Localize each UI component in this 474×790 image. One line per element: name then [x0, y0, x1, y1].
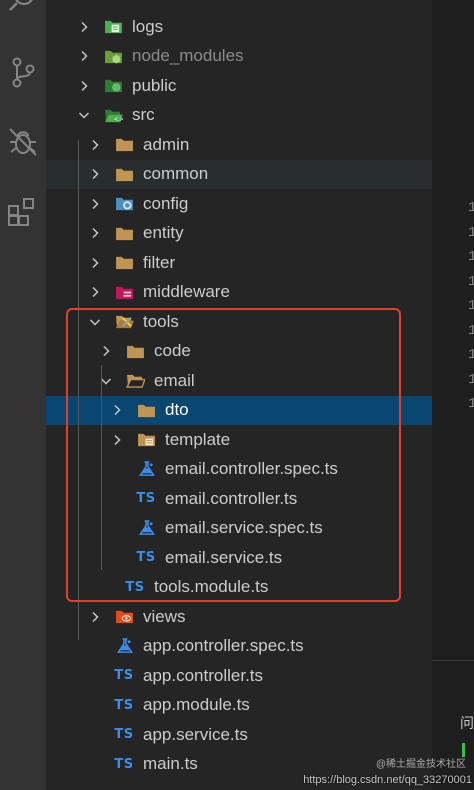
- folder-item[interactable]: <> src: [46, 101, 432, 130]
- file-item[interactable]: app.controller.spec.ts: [46, 632, 432, 661]
- tree-item-label: app.controller.ts: [143, 665, 264, 685]
- tree-item-label: common: [143, 164, 209, 183]
- watermark-url: https://blog.csdn.net/qq_33270001: [303, 774, 472, 786]
- line-number: 1: [468, 224, 474, 241]
- folder-src-open-icon: <>: [103, 106, 123, 124]
- folder-item[interactable]: views: [46, 602, 432, 631]
- folder-item[interactable]: middleware: [46, 278, 432, 307]
- line-number: 1: [468, 249, 474, 265]
- line-number: 1: [468, 396, 474, 412]
- tree-item-label: entity: [143, 223, 184, 242]
- chevron-right-icon[interactable]: [77, 49, 91, 63]
- folder-node-icon: [103, 47, 123, 65]
- file-item[interactable]: TS app.controller.ts: [46, 661, 432, 690]
- folder-item[interactable]: public: [46, 71, 432, 100]
- tree-item-label: app.service.ts: [143, 724, 248, 744]
- tree-item-label: node_modules: [132, 46, 244, 65]
- folder-icon: [114, 224, 134, 242]
- folder-item[interactable]: logs: [46, 12, 432, 41]
- chevron-right-icon[interactable]: [77, 20, 91, 34]
- line-number: 1: [468, 273, 474, 290]
- line-number: 1: [468, 298, 474, 314]
- typescript-icon: TS: [114, 726, 134, 744]
- test-flask-icon: [114, 637, 134, 655]
- folder-middleware-icon: [114, 283, 134, 301]
- folder-item[interactable]: config: [46, 189, 432, 218]
- line-number: 1: [468, 371, 474, 388]
- tree-item-label: middleware: [143, 282, 230, 301]
- folder-public-icon: [103, 77, 123, 95]
- chevron-right-icon[interactable]: [88, 256, 102, 270]
- tree-item-label: config: [143, 193, 189, 213]
- folder-icon: [114, 165, 134, 183]
- chevron-right-icon[interactable]: [77, 79, 91, 93]
- ts-badge: TS: [114, 697, 134, 713]
- folder-item[interactable]: common: [46, 159, 432, 189]
- file-item[interactable]: TS app.service.ts: [46, 720, 432, 749]
- debug-icon[interactable]: [7, 126, 39, 158]
- folder-item[interactable]: node_modules: [46, 42, 432, 71]
- folder-item[interactable]: entity: [46, 219, 432, 248]
- folder-icon: [114, 136, 134, 154]
- tree-item-label: public: [132, 75, 177, 95]
- tree-item-label: filter: [143, 252, 176, 272]
- line-number: 1: [468, 322, 474, 339]
- tree-item-label: main.ts: [143, 754, 198, 773]
- ts-badge: TS: [114, 727, 134, 742]
- folder-item[interactable]: admin: [46, 130, 432, 159]
- source-control-icon[interactable]: [7, 56, 39, 88]
- search-icon[interactable]: [7, 0, 39, 18]
- tree-item-label: logs: [132, 16, 164, 36]
- bottom-panel: 问: [432, 660, 474, 790]
- activity-bar: [0, 0, 46, 790]
- editor-area: 1 1 1 1 1 1 1 1 1 问: [432, 0, 474, 790]
- tree-item-label: app.module.ts: [143, 695, 250, 714]
- line-number: 1: [468, 347, 474, 363]
- folder-views-icon: [114, 608, 134, 626]
- ts-badge: TS: [114, 668, 134, 683]
- ts-badge: TS: [114, 756, 134, 772]
- svg-text:<>: <>: [113, 115, 123, 123]
- chevron-right-icon[interactable]: [88, 285, 102, 299]
- folder-config-icon: [114, 195, 134, 213]
- chevron-right-icon[interactable]: [88, 197, 102, 211]
- chevron-right-icon[interactable]: [88, 610, 102, 624]
- chevron-right-icon[interactable]: [88, 226, 102, 240]
- typescript-icon: TS: [114, 667, 134, 685]
- chevron-down-icon[interactable]: [77, 108, 91, 122]
- watermark-top: @稀土掘金技术社区: [375, 759, 466, 770]
- extensions-icon[interactable]: [7, 196, 39, 228]
- chevron-right-icon[interactable]: [88, 167, 102, 181]
- folder-icon: [114, 254, 134, 272]
- tree-item-label: src: [132, 105, 155, 124]
- line-number: 1: [468, 200, 474, 216]
- typescript-icon: TS: [114, 755, 134, 773]
- chevron-right-icon[interactable]: [88, 138, 102, 152]
- tree-item-label: admin: [143, 134, 190, 154]
- highlight-box: [66, 308, 401, 602]
- folder-logs-icon: [103, 18, 123, 36]
- tree-item-label: views: [143, 606, 186, 626]
- file-item[interactable]: TS app.module.ts: [46, 691, 432, 720]
- panel-text: 问: [460, 715, 474, 731]
- folder-item[interactable]: filter: [46, 248, 432, 277]
- typescript-icon: TS: [114, 696, 134, 714]
- tree-item-label: app.controller.spec.ts: [143, 636, 304, 655]
